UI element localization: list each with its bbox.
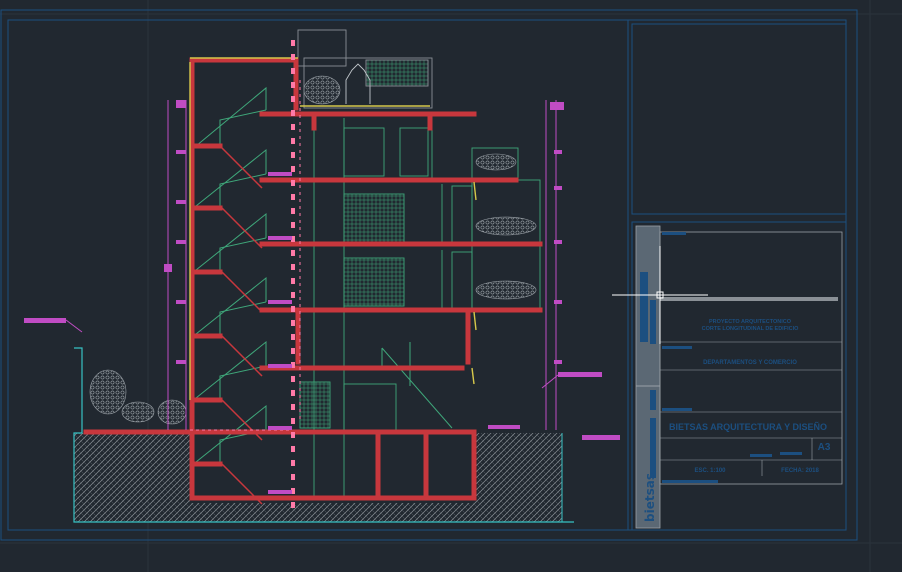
title-desc-1: CORTE LONGITUDINAL DE EDIFICIO <box>702 326 799 332</box>
scale-label: ESC. 1:100 <box>694 468 726 474</box>
crosshair-cursor <box>612 246 708 344</box>
title-block <box>635 225 843 529</box>
title-project: PROYECTO ARQUITECTONICO <box>709 319 792 325</box>
date-label: FECHA: 2018 <box>781 468 819 474</box>
cut-fill-lines <box>189 57 477 400</box>
title-company: BIETSAS ARQUITECTURA Y DISEÑO <box>669 422 827 432</box>
sheet-number: A3 <box>818 442 831 453</box>
title-desc-2: DEPARTAMENTOS Y COMERCIO <box>703 360 797 366</box>
cad-drawing-canvas[interactable]: PROYECTO ARQUITECTONICO CORTE LONGITUDIN… <box>0 0 902 572</box>
title-block-text: PROYECTO ARQUITECTONICO CORTE LONGITUDIN… <box>643 319 831 522</box>
brand-logo-text: bietsas <box>643 473 657 522</box>
